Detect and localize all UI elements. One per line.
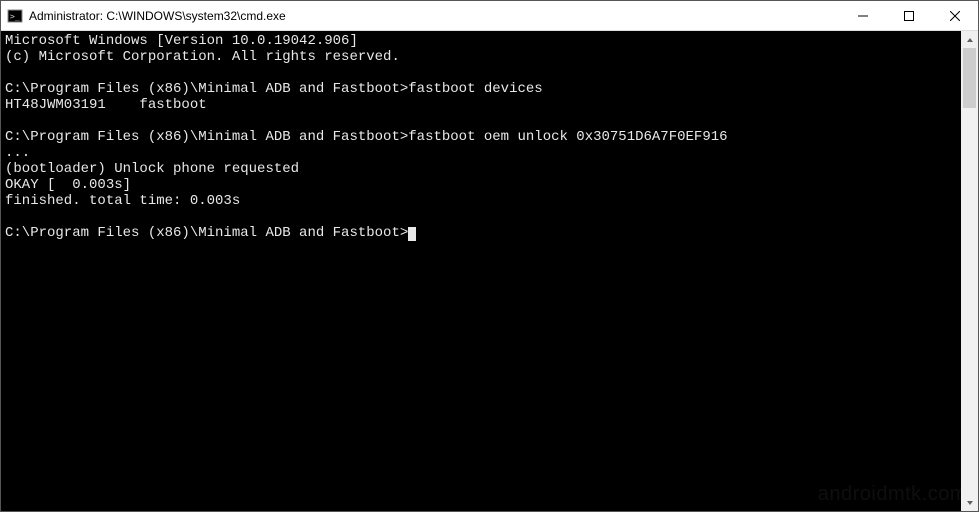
scroll-thumb[interactable] xyxy=(963,48,976,108)
maximize-button[interactable] xyxy=(886,1,932,30)
cmd-window: >_ Administrator: C:\WINDOWS\system32\cm… xyxy=(0,0,979,512)
vertical-scrollbar[interactable] xyxy=(961,31,978,511)
current-prompt: C:\Program Files (x86)\Minimal ADB and F… xyxy=(5,225,408,241)
window-title: Administrator: C:\WINDOWS\system32\cmd.e… xyxy=(29,9,286,23)
titlebar[interactable]: >_ Administrator: C:\WINDOWS\system32\cm… xyxy=(1,1,978,31)
close-button[interactable] xyxy=(932,1,978,30)
svg-text:>_: >_ xyxy=(10,12,20,21)
cmd-icon: >_ xyxy=(7,8,23,24)
console-body: Microsoft Windows [Version 10.0.19042.90… xyxy=(1,31,978,511)
text-cursor xyxy=(408,227,416,241)
console-output[interactable]: Microsoft Windows [Version 10.0.19042.90… xyxy=(1,31,961,511)
scroll-down-button[interactable] xyxy=(961,494,978,511)
scroll-up-button[interactable] xyxy=(961,31,978,48)
scroll-track[interactable] xyxy=(961,48,978,494)
window-controls xyxy=(840,1,978,30)
minimize-button[interactable] xyxy=(840,1,886,30)
